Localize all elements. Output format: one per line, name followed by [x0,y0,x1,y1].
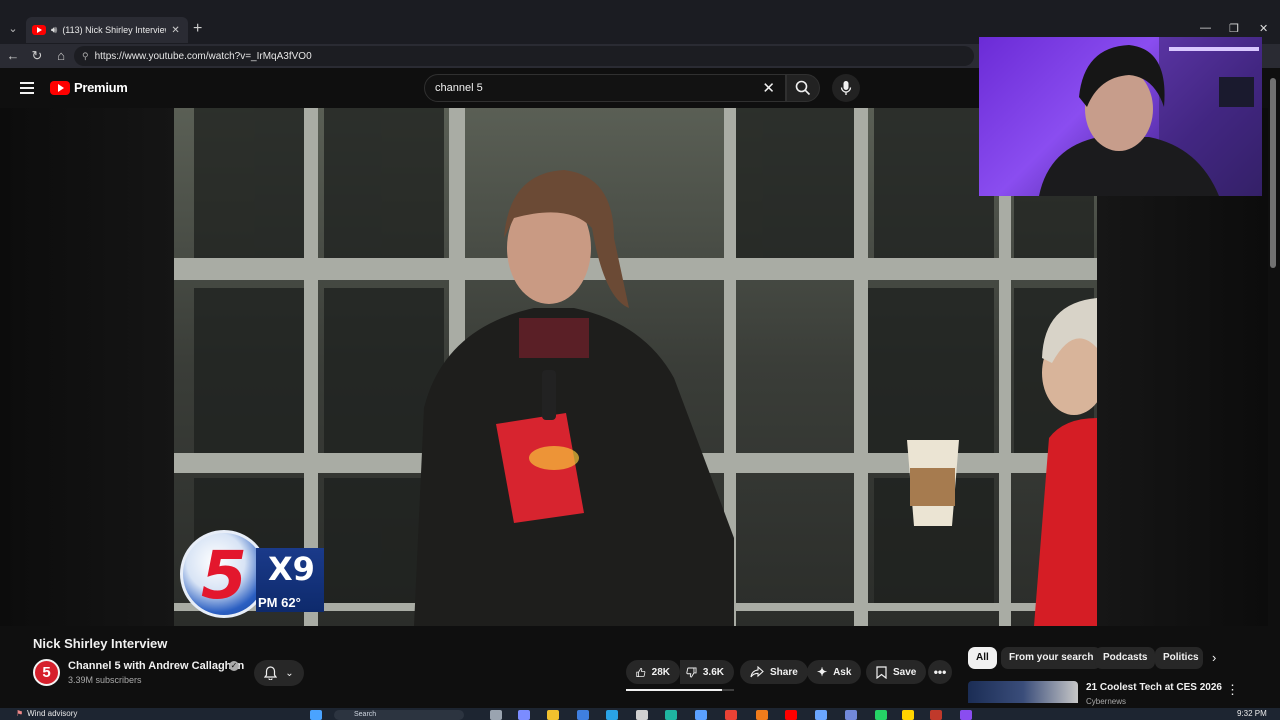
youtube-logo[interactable]: Premium [50,80,128,95]
sparkle-icon: ✦ [817,665,828,679]
bug-number: 5 [201,537,247,614]
bell-icon [264,666,278,680]
voice-search-button[interactable] [832,74,860,102]
menu-hamburger-icon[interactable] [20,82,34,94]
search-icon [795,80,811,96]
youtube-play-icon [50,80,70,95]
youtube-app-icon[interactable] [785,710,797,720]
chip-all[interactable]: All [968,647,997,669]
taskbar-search[interactable]: Search [334,710,464,720]
speaker-icon[interactable]: 🔊︎ [51,25,57,36]
webcam-image [1039,37,1262,196]
app-icon-6[interactable] [902,710,914,720]
minimize-icon[interactable]: — [1200,22,1211,34]
copilot-icon[interactable] [518,710,530,720]
weather-widget[interactable]: ⚑ Wind advisory [16,709,77,718]
app-icon-7[interactable] [930,710,942,720]
discord-icon[interactable] [845,710,857,720]
more-horizontal-icon: ••• [933,665,947,679]
save-button[interactable]: Save [866,660,927,684]
scrollbar-thumb[interactable] [1270,78,1276,268]
app-icon-5[interactable] [815,710,827,720]
verified-badge-icon: ✓ [229,661,239,671]
save-label: Save [893,666,917,678]
ask-button[interactable]: ✦ Ask [807,660,862,684]
taskbar-clock: 9:32 PM [1237,709,1267,718]
close-window-icon[interactable]: ✕ [1259,22,1268,35]
whatsapp-icon[interactable] [875,710,887,720]
channel-avatar[interactable]: 5 [33,659,60,686]
like-ratio-bar [626,689,734,691]
share-button[interactable]: Share [740,660,808,684]
tab-close-icon[interactable]: ✕ [171,25,179,36]
browser-tab[interactable]: 🔊︎ (113) Nick Shirley Interview - ✕ [26,17,188,43]
weather-text: Wind advisory [27,709,78,718]
recommendation-title[interactable]: 21 Coolest Tech at CES 2026 [1086,682,1222,693]
streamer-webcam-overlay [979,37,1262,196]
chevron-down-icon: ⌄ [285,667,294,679]
app-icon-3[interactable] [695,710,707,720]
url-text: https://www.youtube.com/watch?v=_IrMqA3f… [94,50,312,62]
chip-podcasts[interactable]: Podcasts [1095,647,1156,669]
thumbs-down-icon [686,666,697,678]
search-input[interactable]: channel 5 ✕ [424,74,786,102]
app-icon-8[interactable] [960,710,972,720]
chip-from-your-search[interactable]: From your search [1001,647,1102,669]
search-query: channel 5 [435,82,483,94]
bookmark-icon [876,665,887,679]
dislike-button[interactable]: 3.6K [680,660,734,684]
chrome-icon[interactable] [725,710,737,720]
back-arrow-icon[interactable]: ← [4,47,22,65]
bug-temperature: PM 62° [258,595,301,610]
youtube-logo-text: Premium [74,80,128,95]
app-icon-4[interactable] [756,710,768,720]
ask-label: Ask [833,666,852,678]
tab-list-chevron-icon[interactable]: ⌄ [4,20,22,38]
more-actions-button[interactable]: ••• [928,660,952,684]
file-explorer-icon[interactable] [547,710,559,720]
task-view-icon[interactable] [490,710,502,720]
reload-icon[interactable]: ↻ [28,47,46,65]
new-tab-icon[interactable]: + [193,20,202,38]
recommendation-channel[interactable]: Cybernews [1086,697,1126,706]
thumbs-up-icon [636,667,646,677]
dislike-count: 3.6K [702,666,724,678]
search-button[interactable] [786,74,820,102]
share-icon [750,666,764,678]
channel-name[interactable]: Channel 5 with Andrew Callaghan [68,660,244,672]
restore-icon[interactable]: ❐ [1229,22,1239,35]
microphone-icon [840,81,852,95]
store-icon[interactable] [577,710,589,720]
address-bar[interactable]: ⚲ https://www.youtube.com/watch?v=_IrMqA… [74,46,974,66]
like-ratio-fill [626,689,723,691]
tab-title: (113) Nick Shirley Interview - [62,25,167,35]
channel-bug-logo: 5 [180,530,268,618]
app-icon-2[interactable] [665,710,677,720]
site-info-icon[interactable]: ⚲ [82,51,89,62]
weather-alert-icon: ⚑ [16,709,24,718]
like-button[interactable]: 28K [626,660,680,684]
clear-search-icon[interactable]: ✕ [762,79,775,97]
subscriber-count: 3.39M subscribers [68,675,142,685]
chips-next-arrow-icon[interactable]: › [1212,650,1216,665]
video-title: Nick Shirley Interview [33,636,168,651]
like-count: 28K [651,666,670,678]
recommendation-thumbnail[interactable] [968,681,1078,703]
youtube-favicon-icon [32,25,46,35]
chip-politics[interactable]: Politics [1155,647,1203,669]
start-button-icon[interactable] [310,710,322,720]
share-label: Share [770,666,798,678]
edge-icon[interactable] [606,710,618,720]
player-letterbox-left [0,108,174,626]
home-icon[interactable]: ⌂ [52,47,70,65]
recommendation-more-icon[interactable]: ⋮ [1226,682,1239,698]
notifications-button[interactable]: ⌄ [254,660,304,686]
app-icon[interactable] [636,710,648,720]
bug-channel-code: X9 [268,550,315,588]
